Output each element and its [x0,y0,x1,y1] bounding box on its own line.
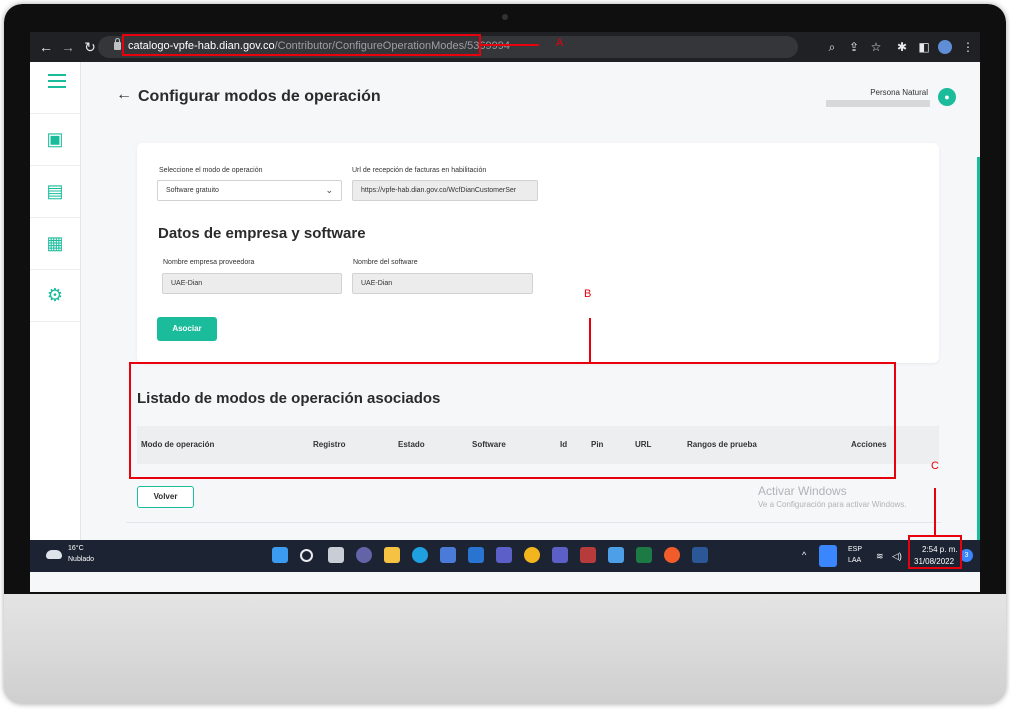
monitor-chin [4,594,1006,704]
chrome-icon[interactable] [524,547,540,563]
microphone-icon[interactable] [819,545,837,567]
search-icon[interactable] [300,549,313,562]
software-field[interactable]: UAE-Dian [352,273,533,294]
forward-arrow-icon[interactable]: → [60,39,76,55]
winrar-icon[interactable] [580,547,596,563]
sidebar-item-documents[interactable]: ▤ [30,166,80,218]
url-field[interactable]: https://vpfe-hab.dian.gov.co/WcfDianCust… [352,180,538,201]
mode-select-value: Software gratuito [166,187,219,194]
wifi-icon[interactable]: ≋ [876,551,884,562]
user-name-redacted [826,100,930,107]
sidebar-item-dashboard[interactable]: ▣ [30,114,80,166]
annotation-box-c [908,535,962,569]
lock-icon[interactable] [114,38,121,50]
chevron-down-icon: ⌄ [325,185,333,195]
outlook-icon[interactable] [468,547,484,563]
hamburger-icon [48,74,66,88]
page-title: Configurar modos de operación [138,88,381,105]
teams-work-icon[interactable] [552,547,568,563]
file-explorer-icon[interactable] [384,547,400,563]
extensions-icon[interactable]: ✱ [894,39,910,55]
page-back-icon[interactable]: ← [116,86,132,104]
reload-icon[interactable]: ↻ [82,39,98,55]
sidebar-item-settings[interactable]: ⚙ [30,270,80,322]
card-divider [126,522,941,523]
word-icon[interactable] [692,547,708,563]
menu-icon[interactable]: ⋮ [960,39,976,55]
user-role: Persona Natural [870,88,928,97]
task-view-icon[interactable] [328,547,344,563]
annotation-label-c: C [931,460,939,472]
star-icon[interactable]: ☆ [868,39,884,55]
provider-label: Nombre empresa proveedora [163,259,255,266]
sidebar: ▣ ▤ ▦ ⚙ [30,62,81,540]
annotation-box-b [129,362,896,479]
software-label: Nombre del software [353,259,418,266]
provider-field[interactable]: UAE-Dian [162,273,342,294]
document-icon: ▤ [46,181,64,201]
monitor-icon: ▣ [46,129,64,149]
associate-button[interactable]: Asociar [157,317,217,341]
annotation-arrow-b [589,318,591,362]
chat-icon[interactable] [356,547,372,563]
user-avatar-icon[interactable]: ● [938,88,956,106]
sidebar-item-reports[interactable]: ▦ [30,218,80,270]
language-code[interactable]: ESP [848,546,862,553]
mode-select[interactable]: Software gratuito ⌄ [157,180,342,201]
notepad-icon[interactable] [608,547,624,563]
windows-taskbar: 16°C Nublado ^ ESP LAA ≋ ◁) 2:54 p. m. 3… [30,540,980,572]
sidepanel-icon[interactable]: ◧ [916,39,932,55]
chevron-up-icon[interactable]: ^ [802,550,806,560]
share-icon[interactable]: ⇪ [846,39,862,55]
annotation-label-b: B [584,288,592,300]
back-arrow-icon[interactable]: ← [38,39,54,55]
windows-start-icon[interactable] [272,547,288,563]
windows-activation-subtitle: Ve a Configuración para activar Windows. [758,500,907,509]
teams-icon[interactable] [496,547,512,563]
annotation-label-a: A [556,37,564,49]
edge-icon[interactable] [412,547,428,563]
sidebar-menu-toggle[interactable] [30,62,80,114]
mode-label: Seleccione el modo de operación [159,167,263,174]
back-button[interactable]: Volver [137,486,194,508]
weather-description[interactable]: Nublado [68,556,94,563]
webcam [502,14,508,20]
annotation-box-a [122,34,481,56]
annotation-arrow-a [481,44,539,46]
config-form-card [137,143,939,363]
excel-icon[interactable] [636,547,652,563]
url-label: Url de recepción de facturas en habilita… [352,167,487,174]
volume-icon[interactable]: ◁) [892,551,902,562]
windows-activation-title: Activar Windows [758,484,847,498]
gear-icon: ⚙ [46,285,64,305]
annotation-arrow-c [934,488,936,535]
scrollbar[interactable] [977,157,980,540]
monitor-frame: ← → ↻ catalogo-vpfe-hab.dian.gov.co/Cont… [4,4,1006,704]
cloud-icon[interactable] [46,550,62,559]
tool-icon[interactable] [664,547,680,563]
store-icon[interactable] [440,547,456,563]
keyboard-layout[interactable]: LAA [848,557,861,564]
screen: ← → ↻ catalogo-vpfe-hab.dian.gov.co/Cont… [30,32,980,592]
profile-icon[interactable] [938,40,952,54]
company-section-title: Datos de empresa y software [158,225,366,242]
weather-temperature[interactable]: 16°C [68,545,84,552]
zoom-icon[interactable]: ⌕ [824,39,840,55]
report-icon: ▦ [46,233,64,253]
